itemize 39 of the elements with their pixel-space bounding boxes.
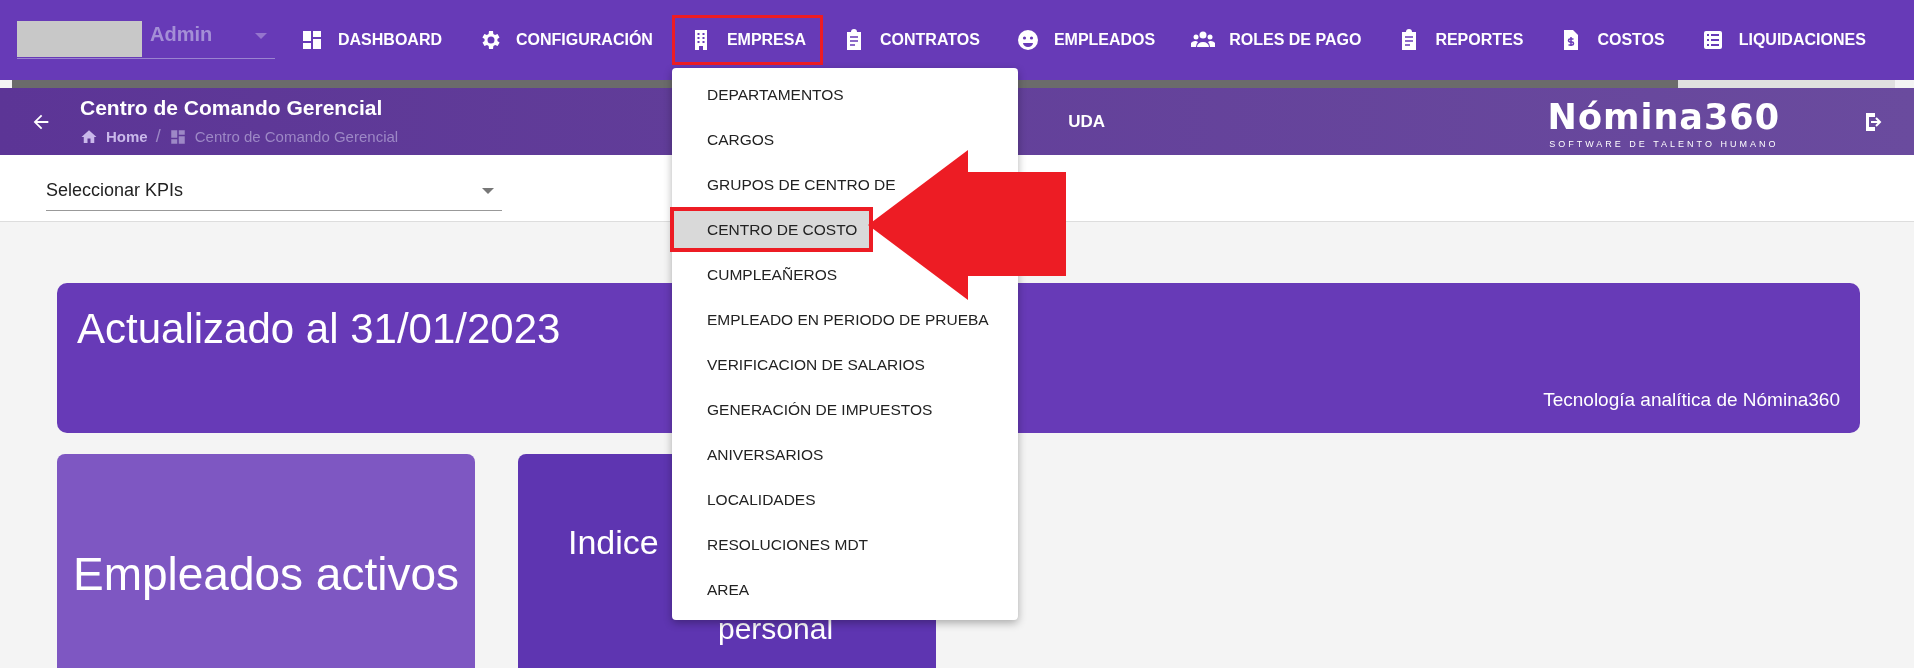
nav-item[interactable]: EMPRESA — [671, 15, 823, 65]
dashboard-icon — [300, 28, 324, 52]
menu-item[interactable]: DEPARTAMENTOS — [672, 72, 856, 117]
breadcrumb-link[interactable]: Home — [106, 128, 148, 145]
menu-item[interactable]: VERIFICACION DE SALARIOS — [672, 342, 937, 387]
menu-item[interactable]: CARGOS — [672, 117, 787, 162]
nav-item[interactable]: LIQUIDACIONES — [1683, 15, 1883, 65]
nav-item[interactable]: REPORTES — [1380, 15, 1541, 65]
menu-item[interactable]: GENERACIÓN DE IMPUESTOS — [672, 387, 945, 432]
nav-item[interactable]: ROLES DE PAGO — [1174, 15, 1379, 65]
nav-item[interactable]: CONFIGURACIÓN — [461, 15, 670, 65]
banner-title: Actualizado al 31/01/2023 — [77, 305, 561, 353]
breadcrumb-current: Centro de Comando Gerencial — [194, 128, 399, 145]
caret-icon — [255, 32, 267, 39]
menu-item[interactable]: EMPLEADO EN PERIODO DE PRUEBA — [672, 297, 1001, 342]
nav-item[interactable]: CONTRATOS — [825, 15, 997, 65]
menu-item[interactable]: GRUPOS DE CENTRO DE — [672, 162, 908, 207]
dashboard-icon — [168, 127, 187, 146]
kpi-select[interactable]: Seleccionar KPIs — [46, 171, 502, 211]
help-link[interactable]: UDA — [1068, 111, 1105, 132]
card-title: Empleados activos — [72, 547, 460, 601]
face-icon — [1015, 28, 1040, 52]
page-title: Centro de Comando Gerencial — [80, 96, 384, 120]
menu-item[interactable]: LOCALIDADES — [672, 477, 828, 522]
nav-item[interactable]: COSTOS — [1542, 15, 1682, 65]
caret-icon — [482, 187, 494, 194]
menu-item[interactable]: CUMPLEAÑEROS — [672, 252, 850, 297]
nav-item[interactable]: DASHBOARD — [283, 15, 459, 65]
logo-tagline: SOFTWARE DE TALENTO HUMANO — [1549, 138, 1779, 149]
logo-text: Nómina360 — [1547, 95, 1780, 139]
card-title: Indice — [568, 522, 659, 562]
breadcrumb-separator: / — [155, 126, 161, 147]
menu-item[interactable]: ANIVERSARIOS — [672, 432, 836, 477]
menu-item[interactable]: RESOLUCIONES MDT — [672, 522, 881, 567]
nav-item[interactable]: EMPLEADOS — [998, 15, 1173, 65]
banner-footer: Tecnología analítica de Nómina360 — [1543, 389, 1840, 411]
menu-item[interactable]: AREA — [672, 567, 762, 612]
card-title: personal — [718, 611, 834, 646]
menu-item[interactable]: CENTRO DE COSTO — [670, 207, 874, 252]
